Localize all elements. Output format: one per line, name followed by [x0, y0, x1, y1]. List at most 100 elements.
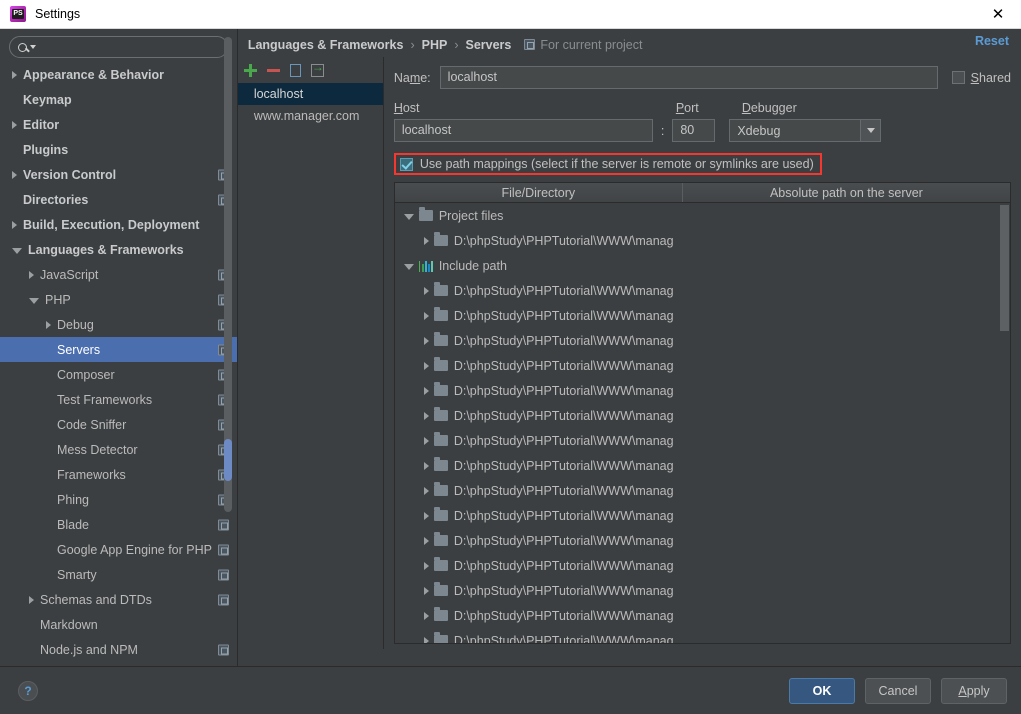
chevron-right-icon[interactable]: [423, 461, 429, 470]
sidebar-item-schemas-and-dtds[interactable]: Schemas and DTDs: [0, 587, 237, 612]
sidebar-item-blade[interactable]: Blade: [0, 512, 237, 537]
chevron-right-icon[interactable]: [423, 311, 429, 320]
copy-icon[interactable]: [289, 61, 305, 77]
chevron-right-icon[interactable]: [29, 270, 34, 279]
path-mapping-row[interactable]: D:\phpStudy\PHPTutorial\WWW\manag: [395, 303, 1010, 328]
port-field[interactable]: 80: [672, 119, 716, 142]
sidebar-item-version-control[interactable]: Version Control: [0, 162, 237, 187]
chevron-right-icon[interactable]: [423, 586, 429, 595]
use-path-mappings-label[interactable]: Use path mappings (select if the server …: [420, 157, 814, 171]
host-field[interactable]: localhost: [393, 119, 653, 142]
chevron-right-icon[interactable]: [423, 486, 429, 495]
path-mapping-row[interactable]: D:\phpStudy\PHPTutorial\WWW\manag: [395, 628, 1010, 643]
search-input[interactable]: [9, 36, 228, 58]
path-mapping-row[interactable]: D:\phpStudy\PHPTutorial\WWW\manag: [395, 328, 1010, 353]
sidebar-item-label: JavaScript: [40, 267, 99, 282]
sidebar-item-languages-frameworks[interactable]: Languages & Frameworks: [0, 237, 237, 262]
chevron-right-icon[interactable]: [423, 236, 429, 245]
sidebar-item-appearance-behavior[interactable]: Appearance & Behavior: [0, 62, 237, 87]
chevron-right-icon[interactable]: [423, 436, 429, 445]
sidebar-item-mess-detector[interactable]: Mess Detector: [0, 437, 237, 462]
add-icon[interactable]: [243, 63, 257, 77]
chevron-right-icon[interactable]: [12, 220, 17, 229]
path-mapping-row[interactable]: D:\phpStudy\PHPTutorial\WWW\manag: [395, 603, 1010, 628]
sidebar-item-build-execution-deployment[interactable]: Build, Execution, Deployment: [0, 212, 237, 237]
chevron-right-icon[interactable]: [423, 336, 429, 345]
breadcrumb-item-1[interactable]: PHP: [422, 38, 448, 52]
help-icon[interactable]: ?: [18, 680, 38, 701]
remove-icon[interactable]: [266, 68, 280, 72]
sidebar-item-node-js-and-npm[interactable]: Node.js and NPM: [0, 637, 237, 662]
sidebar-item-smarty[interactable]: Smarty: [0, 562, 237, 587]
chevron-down-icon[interactable]: [29, 297, 39, 304]
column-header-file-directory[interactable]: File/Directory: [395, 183, 683, 202]
sidebar-scrollbar-track[interactable]: [223, 37, 232, 512]
chevron-right-icon[interactable]: [423, 286, 429, 295]
folder-icon: [433, 282, 448, 296]
path-mapping-row[interactable]: D:\phpStudy\PHPTutorial\WWW\manag: [395, 428, 1010, 453]
shared-checkbox[interactable]: [951, 71, 965, 84]
path-mapping-row[interactable]: Project files: [395, 203, 1010, 228]
column-header-absolute-path[interactable]: Absolute path on the server: [683, 183, 1010, 202]
chevron-right-icon[interactable]: [423, 636, 429, 643]
sidebar-item-servers[interactable]: Servers: [0, 337, 237, 362]
import-icon[interactable]: [310, 61, 324, 77]
path-mapping-row[interactable]: D:\phpStudy\PHPTutorial\WWW\manag: [395, 553, 1010, 578]
server-list-item[interactable]: localhost: [237, 83, 383, 105]
chevron-down-icon[interactable]: [403, 213, 414, 220]
sidebar-item-phing[interactable]: Phing: [0, 487, 237, 512]
chevron-right-icon[interactable]: [12, 120, 17, 129]
sidebar-item-code-sniffer[interactable]: Code Sniffer: [0, 412, 237, 437]
path-mapping-row[interactable]: D:\phpStudy\PHPTutorial\WWW\manag: [395, 453, 1010, 478]
path-mapping-row[interactable]: D:\phpStudy\PHPTutorial\WWW\manag: [395, 378, 1010, 403]
chevron-right-icon[interactable]: [423, 611, 429, 620]
ok-button[interactable]: OK: [789, 677, 855, 704]
apply-button[interactable]: Apply: [941, 677, 1007, 704]
sidebar-scrollbar-thumb[interactable]: [223, 439, 232, 481]
cancel-button[interactable]: Cancel: [865, 677, 931, 704]
reset-button[interactable]: Reset: [975, 34, 1009, 48]
breadcrumb-item-0[interactable]: Languages & Frameworks: [248, 38, 404, 52]
chevron-right-icon[interactable]: [29, 595, 34, 604]
sidebar-item-frameworks[interactable]: Frameworks: [0, 462, 237, 487]
sidebar-item-test-frameworks[interactable]: Test Frameworks: [0, 387, 237, 412]
chevron-right-icon[interactable]: [12, 170, 17, 179]
server-list-item[interactable]: www.manager.com: [238, 105, 383, 127]
name-field[interactable]: localhost: [439, 66, 938, 89]
chevron-down-icon[interactable]: [12, 247, 22, 254]
path-mapping-row[interactable]: D:\phpStudy\PHPTutorial\WWW\manag: [395, 478, 1010, 503]
debugger-dropdown-button[interactable]: [860, 120, 881, 141]
chevron-right-icon[interactable]: [46, 320, 51, 329]
sidebar-item-debug[interactable]: Debug: [0, 312, 237, 337]
path-mapping-row[interactable]: D:\phpStudy\PHPTutorial\WWW\manag: [395, 353, 1010, 378]
chevron-right-icon[interactable]: [423, 386, 429, 395]
chevron-right-icon[interactable]: [423, 561, 429, 570]
sidebar-item-keymap[interactable]: Keymap: [0, 87, 237, 112]
chevron-right-icon[interactable]: [423, 536, 429, 545]
close-icon[interactable]: ✕: [975, 0, 1021, 28]
sidebar-item-markdown[interactable]: Markdown: [0, 612, 237, 637]
path-table-scrollbar-thumb[interactable]: [1000, 205, 1009, 331]
sidebar-item-google-app-engine-for-php[interactable]: Google App Engine for PHP: [0, 537, 237, 562]
sidebar-item-editor[interactable]: Editor: [0, 112, 237, 137]
debugger-select[interactable]: Xdebug: [729, 119, 882, 142]
path-mapping-row[interactable]: D:\phpStudy\PHPTutorial\WWW\manag: [395, 578, 1010, 603]
chevron-down-icon[interactable]: [403, 263, 414, 270]
sidebar-item-plugins[interactable]: Plugins: [0, 137, 237, 162]
path-mapping-row[interactable]: D:\phpStudy\PHPTutorial\WWW\manag: [395, 403, 1010, 428]
chevron-right-icon[interactable]: [423, 411, 429, 420]
sidebar-item-php[interactable]: PHP: [0, 287, 237, 312]
sidebar-item-javascript[interactable]: JavaScript: [0, 262, 237, 287]
path-mapping-row[interactable]: D:\phpStudy\PHPTutorial\WWW\manag: [395, 278, 1010, 303]
sidebar-item-composer[interactable]: Composer: [0, 362, 237, 387]
chevron-right-icon[interactable]: [423, 361, 429, 370]
breadcrumb-item-2[interactable]: Servers: [465, 38, 511, 52]
chevron-right-icon[interactable]: [12, 70, 17, 79]
sidebar-item-directories[interactable]: Directories: [0, 187, 237, 212]
path-mapping-row[interactable]: D:\phpStudy\PHPTutorial\WWW\manag: [395, 228, 1010, 253]
path-mapping-row[interactable]: D:\phpStudy\PHPTutorial\WWW\manag: [395, 503, 1010, 528]
path-mapping-row[interactable]: Include path: [395, 253, 1010, 278]
path-mapping-row[interactable]: D:\phpStudy\PHPTutorial\WWW\manag: [395, 528, 1010, 553]
chevron-right-icon[interactable]: [423, 511, 429, 520]
use-path-mappings-checkbox[interactable]: [399, 157, 413, 171]
